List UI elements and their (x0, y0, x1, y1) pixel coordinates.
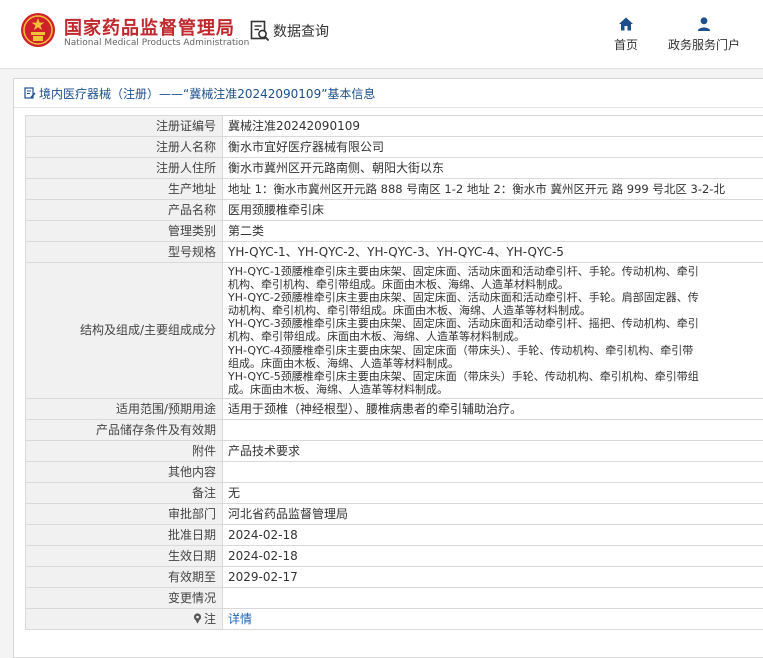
row-value: 适用于颈椎（神经根型）、腰椎病患者的牵引辅助治疗。 (222, 397, 763, 420)
table-row: 其他内容 (25, 460, 763, 483)
note-label-cell: 注 (25, 607, 223, 630)
row-value: 医用颈腰椎牵引床 (222, 199, 763, 221)
row-value: 河北省药品监督管理局 (222, 502, 763, 525)
row-label: 管理类别 (25, 220, 223, 242)
row-value (222, 460, 763, 483)
table-row: 注 详情 (25, 607, 763, 630)
row-value (222, 586, 763, 609)
table-row: 型号规格 YH-QYC-1、YH-QYC-2、YH-QYC-3、YH-QYC-4… (25, 241, 763, 263)
row-label: 有效期至 (25, 565, 223, 588)
row-label: 生产地址 (25, 178, 223, 200)
structure-line: 机构、牵引带组成。床面由木板、海绵、人造革等材料制成。 (228, 330, 525, 344)
panel-breadcrumb: 境内医疗器械（注册）——“冀械注准20242090109”基本信息 (14, 79, 763, 108)
row-value: 衡水市宜好医疗器械有限公司 (222, 136, 763, 158)
table-row: 注册人住所 衡水市冀州区开元路南侧、朝阳大街以东 (25, 157, 763, 179)
home-icon (619, 17, 633, 31)
table-row: 生产地址 地址 1：衡水市冀州区开元路 888 号南区 1-2 地址 2：衡水市… (25, 178, 763, 200)
table-row: 生效日期 2024-02-18 (25, 544, 763, 567)
structure-line: 成。床面由木板、海绵、人造革等材料制成。 (228, 382, 448, 396)
structure-line: YH-QYC-1颈腰椎牵引床主要由床架、固定床面、活动床面和活动牵引杆、手轮。传… (228, 265, 699, 278)
table-row: 批准日期 2024-02-18 (25, 523, 763, 546)
row-value: 产品技术要求 (222, 439, 763, 462)
user-icon (697, 17, 711, 31)
breadcrumb-text: 境内医疗器械（注册）——“冀械注准20242090109”基本信息 (39, 86, 376, 101)
table-row: 注册人名称 衡水市宜好医疗器械有限公司 (25, 136, 763, 158)
info-table-wrap: 注册证编号 冀械注准20242090109 注册人名称 衡水市宜好医疗器械有限公… (25, 115, 763, 630)
row-value: YH-QYC-1、YH-QYC-2、YH-QYC-3、YH-QYC-4、YH-Q… (222, 241, 763, 263)
national-emblem-icon[interactable] (20, 12, 56, 48)
brand-subtitle: National Medical Products Administration (64, 38, 250, 48)
pin-icon (193, 613, 202, 624)
row-label: 变更情况 (25, 586, 223, 609)
details-link[interactable]: 详情 (228, 612, 252, 626)
row-label: 注册人住所 (25, 157, 223, 179)
data-query-nav[interactable]: 数据查询 (250, 19, 329, 43)
table-row: 产品储存条件及有效期 (25, 418, 763, 441)
row-label: 备注 (25, 481, 223, 504)
info-table: 注册证编号 冀械注准20242090109 注册人名称 衡水市宜好医疗器械有限公… (25, 115, 763, 630)
document-edit-icon (24, 87, 36, 99)
row-value: 2024-02-18 (222, 544, 763, 567)
table-row: 产品名称 医用颈腰椎牵引床 (25, 199, 763, 221)
row-label: 附件 (25, 439, 223, 462)
row-value: 无 (222, 481, 763, 504)
nav-service-portal[interactable]: 政务服务门户 (660, 16, 748, 53)
table-row: 变更情况 (25, 586, 763, 609)
table-row: 备注 无 (25, 481, 763, 504)
row-label: 审批部门 (25, 502, 223, 525)
row-value: 第二类 (222, 220, 763, 242)
structure-line: YH-QYC-2颈腰椎牵引床主要由床架、固定床面、活动床面和活动牵引杆、手轮。肩… (228, 291, 699, 305)
structure-line: YH-QYC-3颈腰椎牵引床主要由床架、固定床面、活动床面和活动牵引杆、摇把、传… (228, 317, 699, 331)
table-row: 有效期至 2029-02-17 (25, 565, 763, 588)
table-row: 管理类别 第二类 (25, 220, 763, 242)
table-row: 结构及组成/主要组成成分 YH-QYC-1颈腰椎牵引床主要由床架、固定床面、活动… (25, 262, 763, 399)
row-label: 注册人名称 (25, 136, 223, 158)
structure-line: 动机构、牵引机构、牵引带组成。床面由木板、海绵、人造革等材料制成。 (228, 304, 591, 318)
structure-line: 组成。床面由木板、海绵、人造革等材料制成。 (228, 356, 459, 370)
row-value: 2024-02-18 (222, 523, 763, 546)
row-label: 产品储存条件及有效期 (25, 418, 223, 441)
table-row: 附件 产品技术要求 (25, 439, 763, 462)
data-query-icon (250, 20, 270, 42)
row-label: 批准日期 (25, 523, 223, 546)
table-row: 适用范围/预期用途 适用于颈椎（神经根型）、腰椎病患者的牵引辅助治疗。 (25, 397, 763, 420)
row-label: 型号规格 (25, 241, 223, 263)
row-label: 其他内容 (25, 460, 223, 483)
data-query-label: 数据查询 (273, 24, 329, 40)
nav-home[interactable]: 首页 (606, 16, 646, 53)
row-value (222, 418, 763, 441)
detail-panel: 境内医疗器械（注册）——“冀械注准20242090109”基本信息 注册证编号 … (13, 78, 763, 658)
row-label: 适用范围/预期用途 (25, 397, 223, 420)
row-label: 生效日期 (25, 544, 223, 567)
row-value: 衡水市冀州区开元路南侧、朝阳大街以东 (222, 157, 763, 179)
brand-title[interactable]: 国家药品监督管理局 (64, 14, 235, 40)
row-value-cell: 详情 (222, 607, 763, 630)
row-value-structure: YH-QYC-1颈腰椎牵引床主要由床架、固定床面、活动床面和活动牵引杆、手轮。传… (222, 262, 763, 399)
site-header: 国家药品监督管理局 National Medical Products Admi… (0, 0, 763, 69)
structure-line: YH-QYC-5颈腰椎牵引床主要由床架、固定床面（带床头）手轮、传动机构、牵引机… (228, 369, 699, 383)
structure-line: YH-QYC-4颈腰椎牵引床主要由床架、固定床面（带床头）、手轮、传动机构、牵引… (228, 343, 694, 357)
row-value: 冀械注准20242090109 (222, 115, 763, 137)
structure-line: 机构、牵引机构、牵引带组成。床面由木板、海绵、人造革材料制成。 (228, 278, 569, 292)
row-value: 地址 1：衡水市冀州区开元路 888 号南区 1-2 地址 2：衡水市 冀州区开… (222, 178, 763, 200)
row-value: 2029-02-17 (222, 565, 763, 588)
row-label: 结构及组成/主要组成成分 (25, 262, 223, 399)
row-label: 注册证编号 (25, 115, 223, 137)
table-row: 注册证编号 冀械注准20242090109 (25, 115, 763, 137)
table-row: 审批部门 河北省药品监督管理局 (25, 502, 763, 525)
row-label: 注 (203, 611, 216, 626)
nav-home-label: 首页 (613, 38, 638, 52)
row-label: 产品名称 (25, 199, 223, 221)
nav-portal-label: 政务服务门户 (667, 38, 740, 52)
